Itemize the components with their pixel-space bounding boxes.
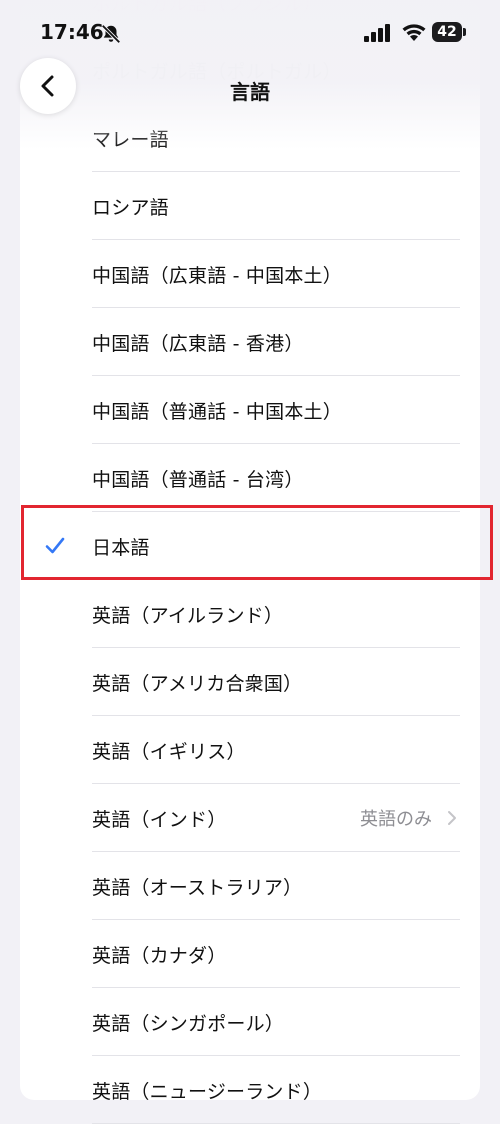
list-item-label: 中国語（普通話 - 台湾）	[92, 468, 304, 491]
list-item-detail: 英語のみ	[360, 809, 432, 830]
bell-slash-icon	[101, 24, 121, 44]
list-item-label: 英語（インド）	[92, 808, 227, 831]
wifi-icon	[402, 24, 426, 41]
list-item-label: 英語（オーストラリア）	[92, 876, 303, 899]
list-item[interactable]: 中国語（普通話 - 中国本土）	[20, 376, 480, 444]
status-bar: 17:46 42	[0, 0, 500, 64]
list-item[interactable]: 英語（イギリス）	[20, 716, 480, 784]
list-item[interactable]: 中国語（広東語 - 香港）	[20, 308, 480, 376]
list-item[interactable]: 英語（シンガポール）	[20, 988, 480, 1056]
selected-item-highlight	[21, 505, 493, 580]
list-item[interactable]: 英語（インド） 英語のみ	[20, 784, 480, 852]
list-item-label: 中国語（普通話 - 中国本土）	[92, 400, 342, 423]
list-item-label: マレー語	[92, 128, 169, 151]
list-item-label: ロシア語	[92, 196, 169, 219]
battery-icon: 42	[432, 22, 462, 42]
list-item[interactable]: 英語（カナダ）	[20, 920, 480, 988]
navigation-bar: 言語	[0, 58, 500, 118]
list-item-label: 英語（アメリカ合衆国）	[92, 672, 303, 695]
list-item[interactable]: 英語（ニュージーランド）	[20, 1056, 480, 1124]
battery-cap	[463, 28, 466, 36]
battery-level: 42	[437, 24, 457, 40]
signal-icon	[364, 24, 390, 42]
list-item[interactable]: 英語（アメリカ合衆国）	[20, 648, 480, 716]
list-item-label: 英語（ニュージーランド）	[92, 1080, 323, 1103]
list-item-label: 英語（シンガポール）	[92, 1012, 285, 1035]
list-item[interactable]: ロシア語	[20, 172, 480, 240]
status-time: 17:46	[40, 20, 104, 44]
list-item[interactable]: 英語（オーストラリア）	[20, 852, 480, 920]
list-item-label: 中国語（広東語 - 香港）	[92, 332, 304, 355]
list-item-label: 英語（カナダ）	[92, 944, 227, 967]
page-title: 言語	[230, 80, 270, 104]
list-item[interactable]: 中国語（普通話 - 台湾）	[20, 444, 480, 512]
list-item[interactable]: 中国語（広東語 - 中国本土）	[20, 240, 480, 308]
list-item-label: 英語（イギリス）	[92, 740, 246, 763]
list-item[interactable]: 英語（アイルランド）	[20, 580, 480, 648]
chevron-right-icon	[448, 811, 456, 825]
list-item-label: 英語（アイルランド）	[92, 604, 284, 627]
list-item-label: 中国語（広東語 - 中国本土）	[92, 264, 342, 287]
